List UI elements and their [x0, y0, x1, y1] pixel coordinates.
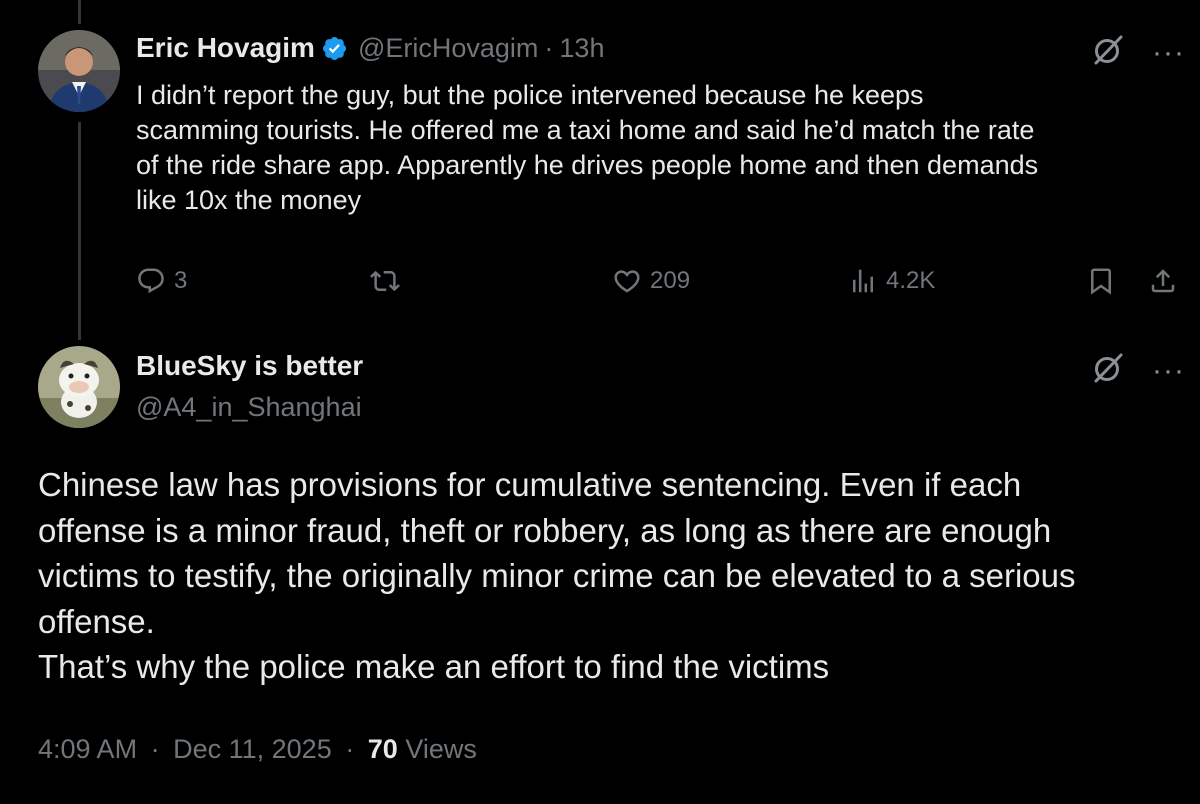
thread-line-connector — [78, 122, 81, 340]
display-name[interactable]: BlueSky is better — [136, 350, 363, 382]
avatar-figurine-icon — [38, 346, 120, 428]
views-count: 4.2K — [886, 267, 936, 294]
timestamp[interactable]: 13h — [559, 33, 604, 64]
retweet-button[interactable] — [370, 266, 408, 296]
views-count: 70 — [367, 734, 398, 764]
views-icon — [848, 266, 878, 296]
more-icon[interactable]: ··· — [1152, 37, 1185, 67]
more-icon[interactable]: ··· — [1152, 355, 1185, 385]
reply-tweet-header: BlueSky is better — [136, 350, 363, 382]
like-button[interactable]: 209 — [612, 266, 690, 296]
reply-icon — [136, 266, 166, 296]
handle[interactable]: @EricHovagim — [358, 33, 538, 64]
retweet-icon — [370, 266, 400, 296]
separator-dot: · — [150, 734, 160, 764]
handle[interactable]: @A4_in_Shanghai — [136, 392, 362, 423]
avatar-photo-icon — [38, 30, 120, 112]
reply-tweet-meta: 4:09 AM · Dec 11, 2025 · 70 Views — [38, 734, 477, 765]
avatar-eric-hovagim[interactable] — [38, 30, 120, 112]
grok-icon[interactable] — [1092, 34, 1124, 71]
share-icon — [1148, 266, 1178, 296]
reply-tweet-text: Chinese law has provisions for cumulativ… — [38, 466, 1076, 685]
verified-badge-icon[interactable] — [321, 35, 348, 62]
thread-line-top — [78, 0, 81, 24]
like-count: 209 — [650, 267, 691, 294]
views-button[interactable]: 4.2K — [848, 266, 935, 296]
reply-button[interactable]: 3 — [136, 266, 187, 296]
bookmark-button[interactable] — [1086, 266, 1116, 296]
parent-tweet-top-actions: ··· — [1092, 34, 1185, 71]
post-date[interactable]: Dec 11, 2025 — [173, 734, 332, 764]
reply-tweet-top-actions: ··· — [1092, 352, 1185, 389]
grok-icon[interactable] — [1092, 352, 1124, 389]
views-label: Views — [405, 734, 477, 764]
display-name[interactable]: Eric Hovagim — [136, 32, 315, 64]
reply-count: 3 — [174, 267, 188, 294]
avatar-bluesky-is-better[interactable] — [38, 346, 120, 428]
parent-tweet-header: Eric Hovagim @EricHovagim · 13h — [136, 32, 604, 64]
share-button[interactable] — [1148, 266, 1178, 296]
separator-dot: · — [544, 32, 554, 63]
parent-tweet-text: I didn’t report the guy, but the police … — [136, 80, 1039, 215]
like-icon — [612, 266, 642, 296]
reply-handle-row: @A4_in_Shanghai — [136, 392, 362, 423]
bookmark-icon — [1086, 266, 1116, 296]
post-time[interactable]: 4:09 AM — [38, 734, 137, 764]
separator-dot: · — [345, 734, 355, 764]
